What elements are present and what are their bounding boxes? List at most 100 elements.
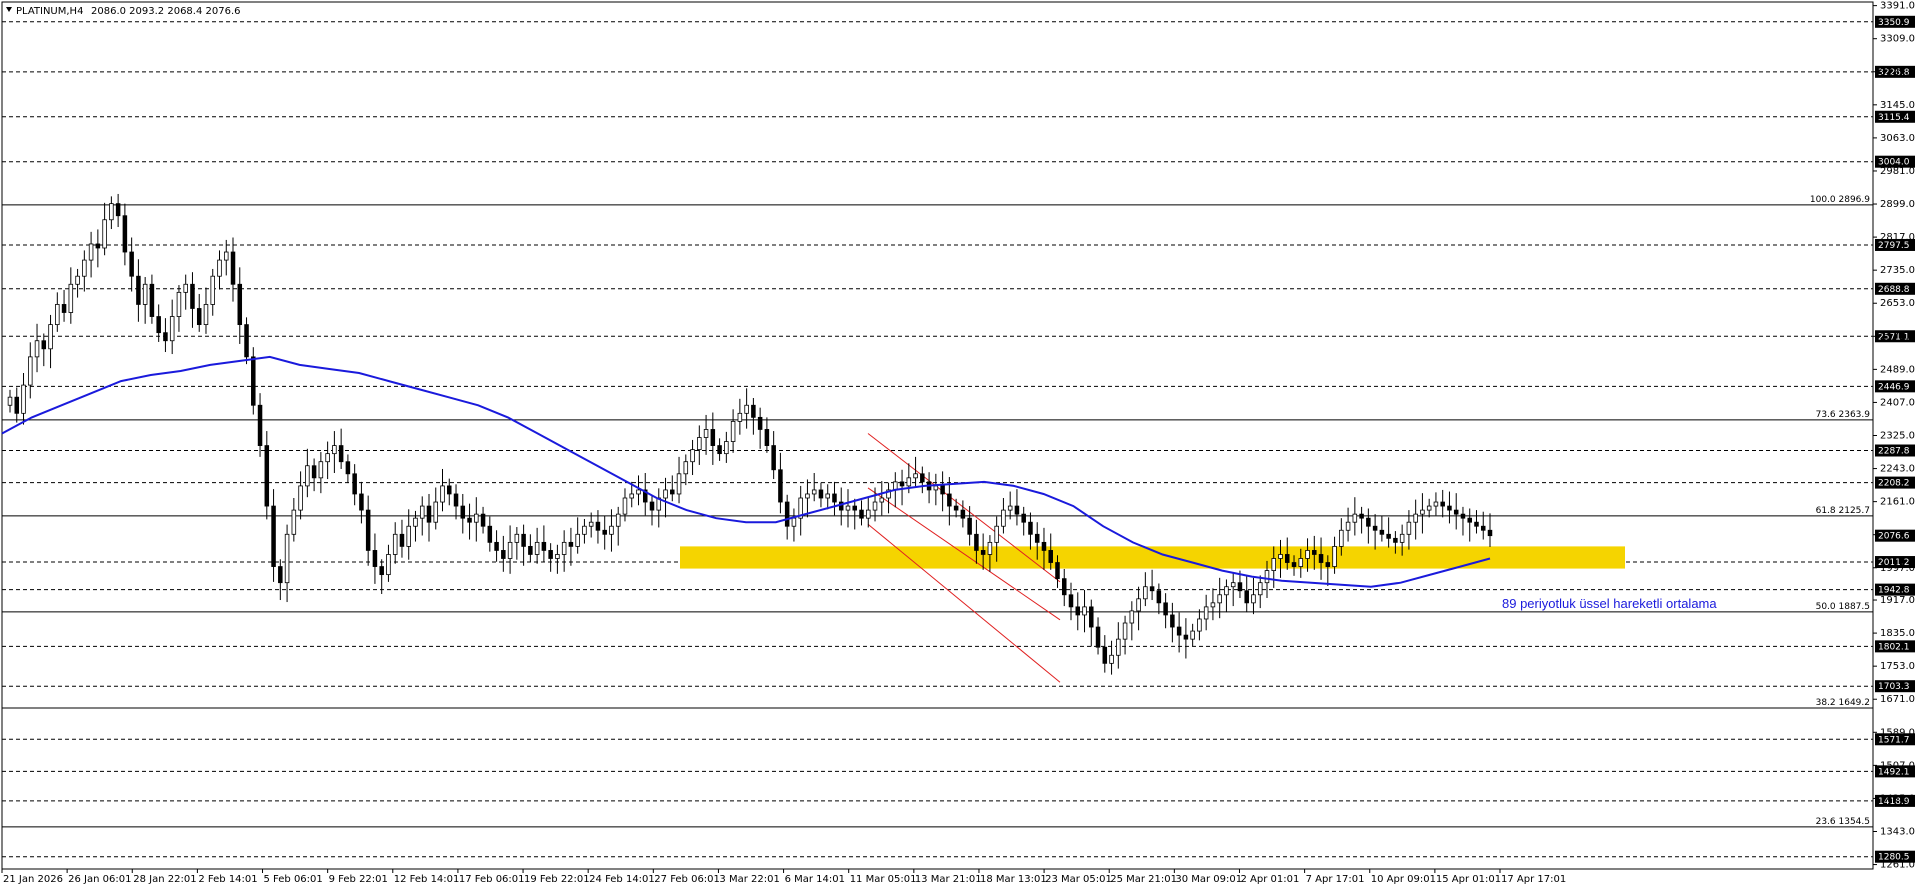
candle-body [555,554,560,559]
candle-body [352,473,357,495]
candle-body [95,243,101,249]
x-tick-label: 30 Mar 09:01 [1175,874,1242,885]
x-tick-label: 7 Apr 17:01 [1306,874,1365,885]
candle-body [203,304,209,326]
candle-body [311,465,317,479]
candle-body [1021,513,1026,523]
fib-label: 23.6 1354.5 [1816,817,1870,827]
y-tick-label: 2407.0 [1880,397,1915,408]
candle-body [55,304,60,326]
current-price-value: 2076.6 [1878,532,1910,542]
candle-body [501,550,506,559]
candle-body [48,324,53,350]
x-tick-label: 21 Jan 2026 [3,874,63,885]
candle-body [568,541,574,547]
candle-body [582,525,587,535]
candle-body [1203,606,1209,620]
candle-body [602,529,607,535]
x-tick-label: 11 Mar 05:01 [850,874,917,885]
candle-body [1318,554,1324,563]
candle-body [426,505,432,523]
candle-body [899,481,905,487]
y-tick-label: 1261.0 [1880,860,1915,871]
candle-body [1109,654,1114,664]
candle-body [21,384,26,414]
candle-body [751,404,756,418]
candle-body [1305,550,1310,559]
candle-body [974,533,979,551]
candle-body [778,469,783,503]
candle-body [636,489,641,495]
candle-body [1041,541,1047,551]
candle-body [933,485,939,491]
candle-body [1474,521,1479,527]
chart-background [0,0,1916,888]
candle-body [1271,558,1277,571]
x-tick-label: 26 Jan 06:01 [68,874,131,885]
candle-body [947,493,952,507]
y-tick-label: 3309.0 [1880,34,1915,45]
candle-body [1082,606,1087,616]
candle-body [724,441,729,455]
candle-body [1379,529,1385,535]
level-tag-value: 2287.8 [1878,447,1910,457]
candle-body [676,473,682,495]
fib-label: 73.6 2363.9 [1816,410,1871,420]
candle-body [284,533,290,584]
candle-body [561,541,567,555]
candle-body [953,505,959,511]
candle-body [967,517,972,535]
candle-body [1453,509,1459,515]
candle-body [1251,594,1256,604]
candle-body [136,275,141,305]
symbol-label: PLATINUM,H4 [16,6,83,17]
candle-body [230,251,236,285]
candle-body [196,308,202,326]
candle-body [318,461,324,479]
x-tick-label: 28 Jan 22:01 [133,874,196,885]
candle-body [1230,582,1236,588]
candle-body [1237,582,1243,592]
candle-body [845,505,851,511]
x-tick-label: 5 Feb 06:01 [264,874,323,885]
candle-body [1197,618,1202,632]
candle-body [1339,529,1344,547]
candle-body [663,489,668,499]
price-chart[interactable]: 100.0 2896.9 73.6 2363.9 61.8 2125.7 50.0 1… [0,0,1916,888]
candle-body [1170,614,1175,628]
candle-body [1426,505,1432,511]
y-tick-label: 1507.0 [1880,760,1915,771]
fib-label: 100.0 2896.9 [1810,195,1870,205]
candle-body [61,304,67,313]
x-tick-label: 2 Feb 14:01 [198,874,257,885]
candle-body [217,259,222,277]
candle-body [1447,505,1452,511]
candle-body [28,356,33,386]
candle-body [183,283,188,293]
x-tick-label: 6 Mar 14:01 [785,874,845,885]
y-tick-label: 2243.0 [1880,464,1915,475]
candle-body [764,429,770,446]
candle-body [1359,513,1364,519]
candle-body [1156,590,1162,604]
x-tick-label: 18 Mar 13:01 [980,874,1047,885]
candle-body [41,340,47,350]
y-tick-label: 1343.0 [1880,826,1915,837]
y-tick-label: 1917.0 [1880,595,1915,606]
candle-body [595,521,601,531]
candle-body [115,203,121,217]
candle-body [1095,626,1101,648]
y-tick-label: 1835.0 [1880,628,1915,639]
y-tick-label: 2817.0 [1880,232,1915,243]
candle-body [852,505,858,511]
candle-body [142,283,148,305]
y-tick-label: 1425.0 [1880,793,1915,804]
candle-body [82,259,87,277]
y-tick-label: 2899.0 [1880,199,1915,210]
level-tag-value: 2446.9 [1878,382,1910,392]
candle-body [1055,562,1060,580]
candle-body [453,493,459,507]
candle-body [237,283,243,326]
candle-body [372,550,378,567]
level-tag-value: 3115.4 [1878,113,1910,123]
